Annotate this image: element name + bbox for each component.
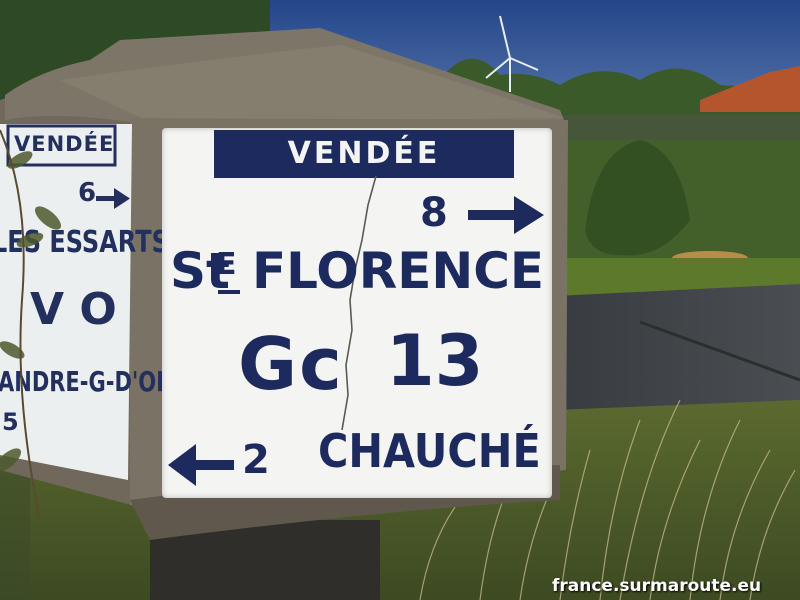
foreground-leaves bbox=[0, 129, 62, 521]
watermark: france.surmaroute.eu bbox=[552, 576, 762, 596]
photo-scene: VENDÉE 6 LES ESSARTS V O ANDRE-G-D'OIE 5… bbox=[0, 0, 800, 600]
